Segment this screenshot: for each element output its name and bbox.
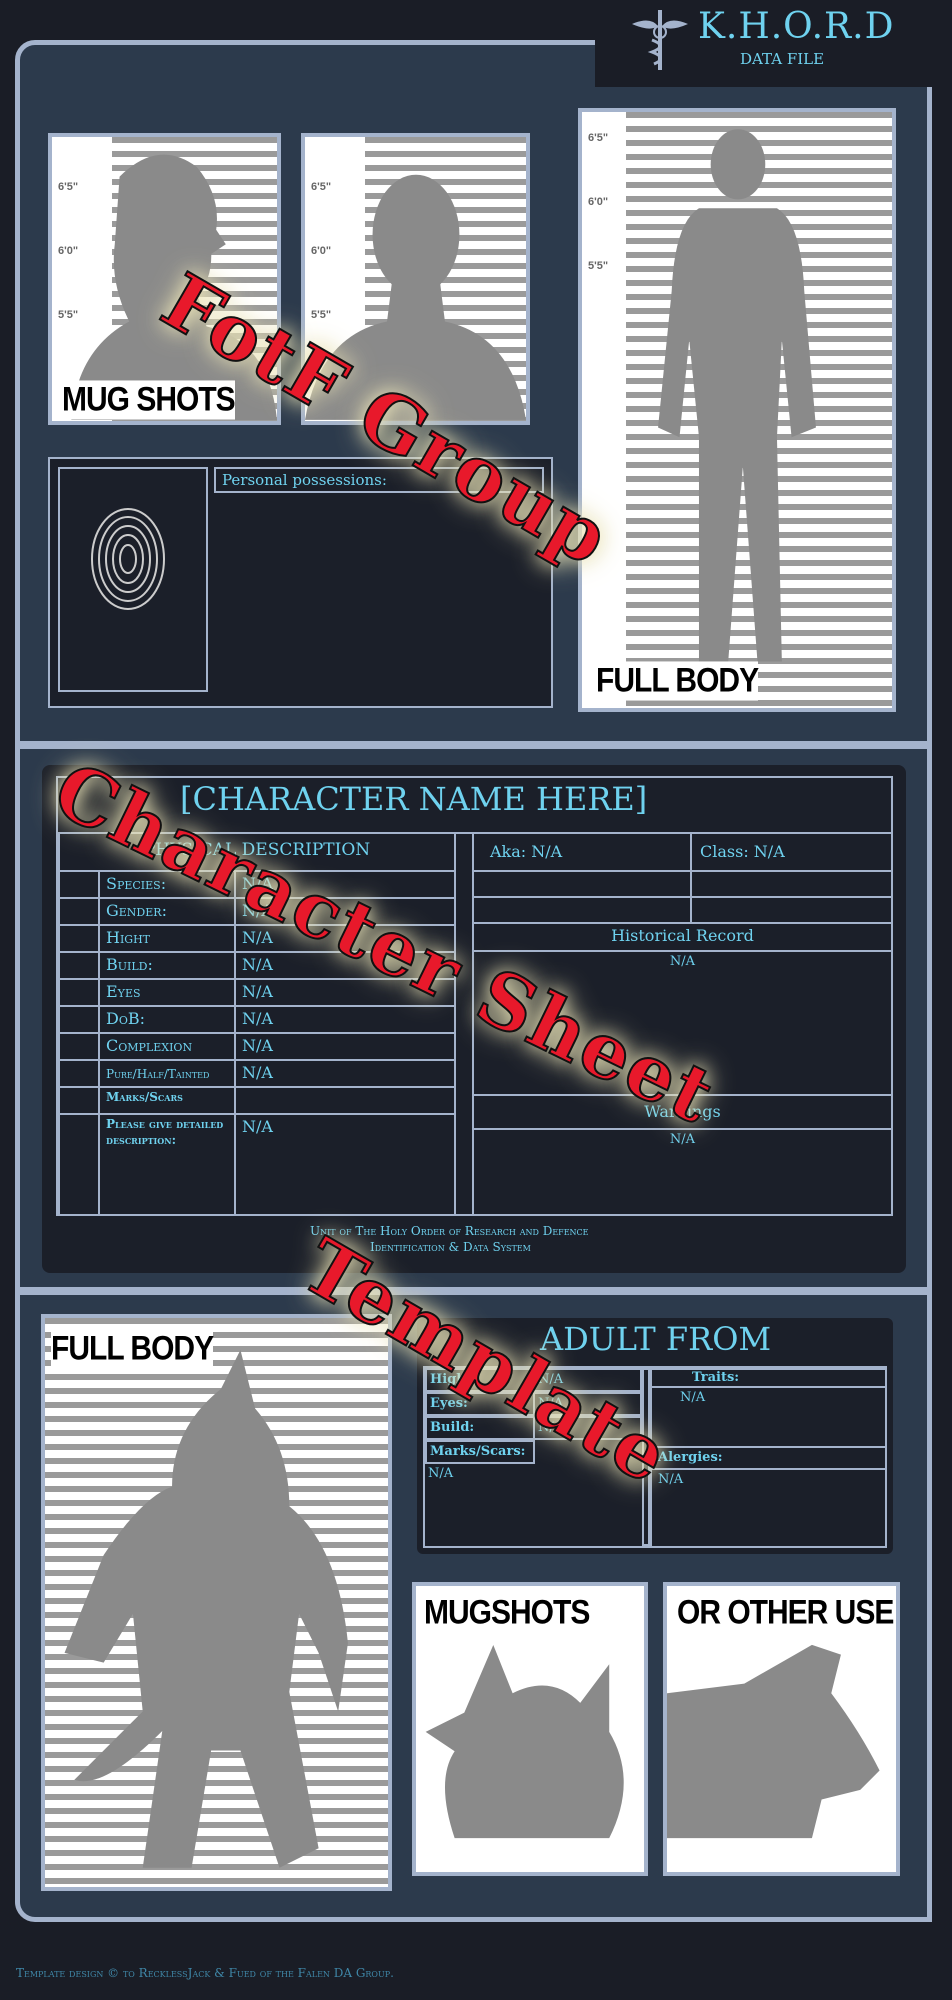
physical-value[interactable]: N/A xyxy=(234,1032,456,1061)
warnings-value[interactable]: N/A xyxy=(472,1128,893,1216)
fingerprint-icon xyxy=(91,508,165,610)
class-field[interactable]: Class: N/A xyxy=(690,832,893,872)
adult-title: ADULT FROM xyxy=(540,1320,772,1358)
row-gutter xyxy=(58,1032,100,1061)
character-name[interactable]: [CHARACTER NAME HERE] xyxy=(180,780,647,818)
blank-field xyxy=(690,870,893,898)
silhouette-full-body xyxy=(658,129,816,662)
caduceus-icon xyxy=(632,10,688,70)
physical-label: Marks/Scars xyxy=(98,1086,236,1115)
physical-label: Hight xyxy=(98,924,236,953)
physical-label: Eyes xyxy=(98,978,236,1007)
row-gutter xyxy=(58,1059,100,1088)
full-body-label: FULL BODY xyxy=(596,661,759,701)
row-gutter xyxy=(58,1086,100,1115)
brand-subtitle: DATA FILE xyxy=(740,50,825,68)
marks-label: Marks/Scars: xyxy=(425,1440,535,1464)
physical-label: Build: xyxy=(98,951,236,980)
marks-value[interactable]: N/A xyxy=(428,1466,453,1481)
mugshots-label: MUGSHOTS xyxy=(424,1593,590,1632)
full-body-label: FULL BODY xyxy=(51,1329,214,1369)
mugshot-label: MUG SHOTS xyxy=(62,380,236,420)
row-gutter xyxy=(58,951,100,980)
physical-label: Please give detailed description: xyxy=(98,1113,236,1216)
row-gutter xyxy=(58,1113,100,1216)
template-credit: Template design © to RecklessJack & Fued… xyxy=(16,1966,394,1980)
fingerprint-box xyxy=(58,467,208,692)
allergies-value[interactable]: N/A xyxy=(650,1468,887,1548)
row-gutter xyxy=(58,897,100,926)
traits-label: Traits: xyxy=(650,1368,887,1388)
row-gutter xyxy=(58,870,100,899)
physical-value[interactable] xyxy=(234,1086,456,1115)
physical-value[interactable]: N/A xyxy=(234,1113,456,1216)
blank-field xyxy=(472,896,692,924)
physical-label: Pure/Half/Tainted xyxy=(98,1059,236,1088)
blank-field xyxy=(690,896,893,924)
row-gutter xyxy=(58,924,100,953)
creature-silhouette xyxy=(64,1349,348,1868)
physical-value[interactable]: N/A xyxy=(234,1059,456,1088)
row-gutter xyxy=(58,978,100,1007)
physical-label: Complexion xyxy=(98,1032,236,1061)
creature-full-body-card[interactable]: FULL BODY xyxy=(41,1314,392,1891)
creature-mugshot-card[interactable]: MUGSHOTS xyxy=(412,1582,648,1876)
blank-field xyxy=(472,870,692,898)
other-use-label: OR OTHER USE xyxy=(677,1593,894,1632)
physical-label: DoB: xyxy=(98,1005,236,1034)
history-header: Historical Record xyxy=(472,922,893,952)
other-use-card[interactable]: OR OTHER USE xyxy=(663,1582,900,1876)
traits-value[interactable]: N/A xyxy=(650,1386,887,1448)
aka-field[interactable]: Aka: N/A xyxy=(472,832,692,872)
full-body-card[interactable]: 6'5" 6'0" 5'5" FULL BODY xyxy=(578,108,896,712)
row-gutter xyxy=(58,1005,100,1034)
sheet-footer-line2: Identification & Data System xyxy=(370,1240,531,1254)
allergies-label: Alergies: xyxy=(650,1446,887,1470)
header: K.H.O.R.D DATA FILE xyxy=(630,4,930,70)
brand-title: K.H.O.R.D xyxy=(698,6,895,47)
